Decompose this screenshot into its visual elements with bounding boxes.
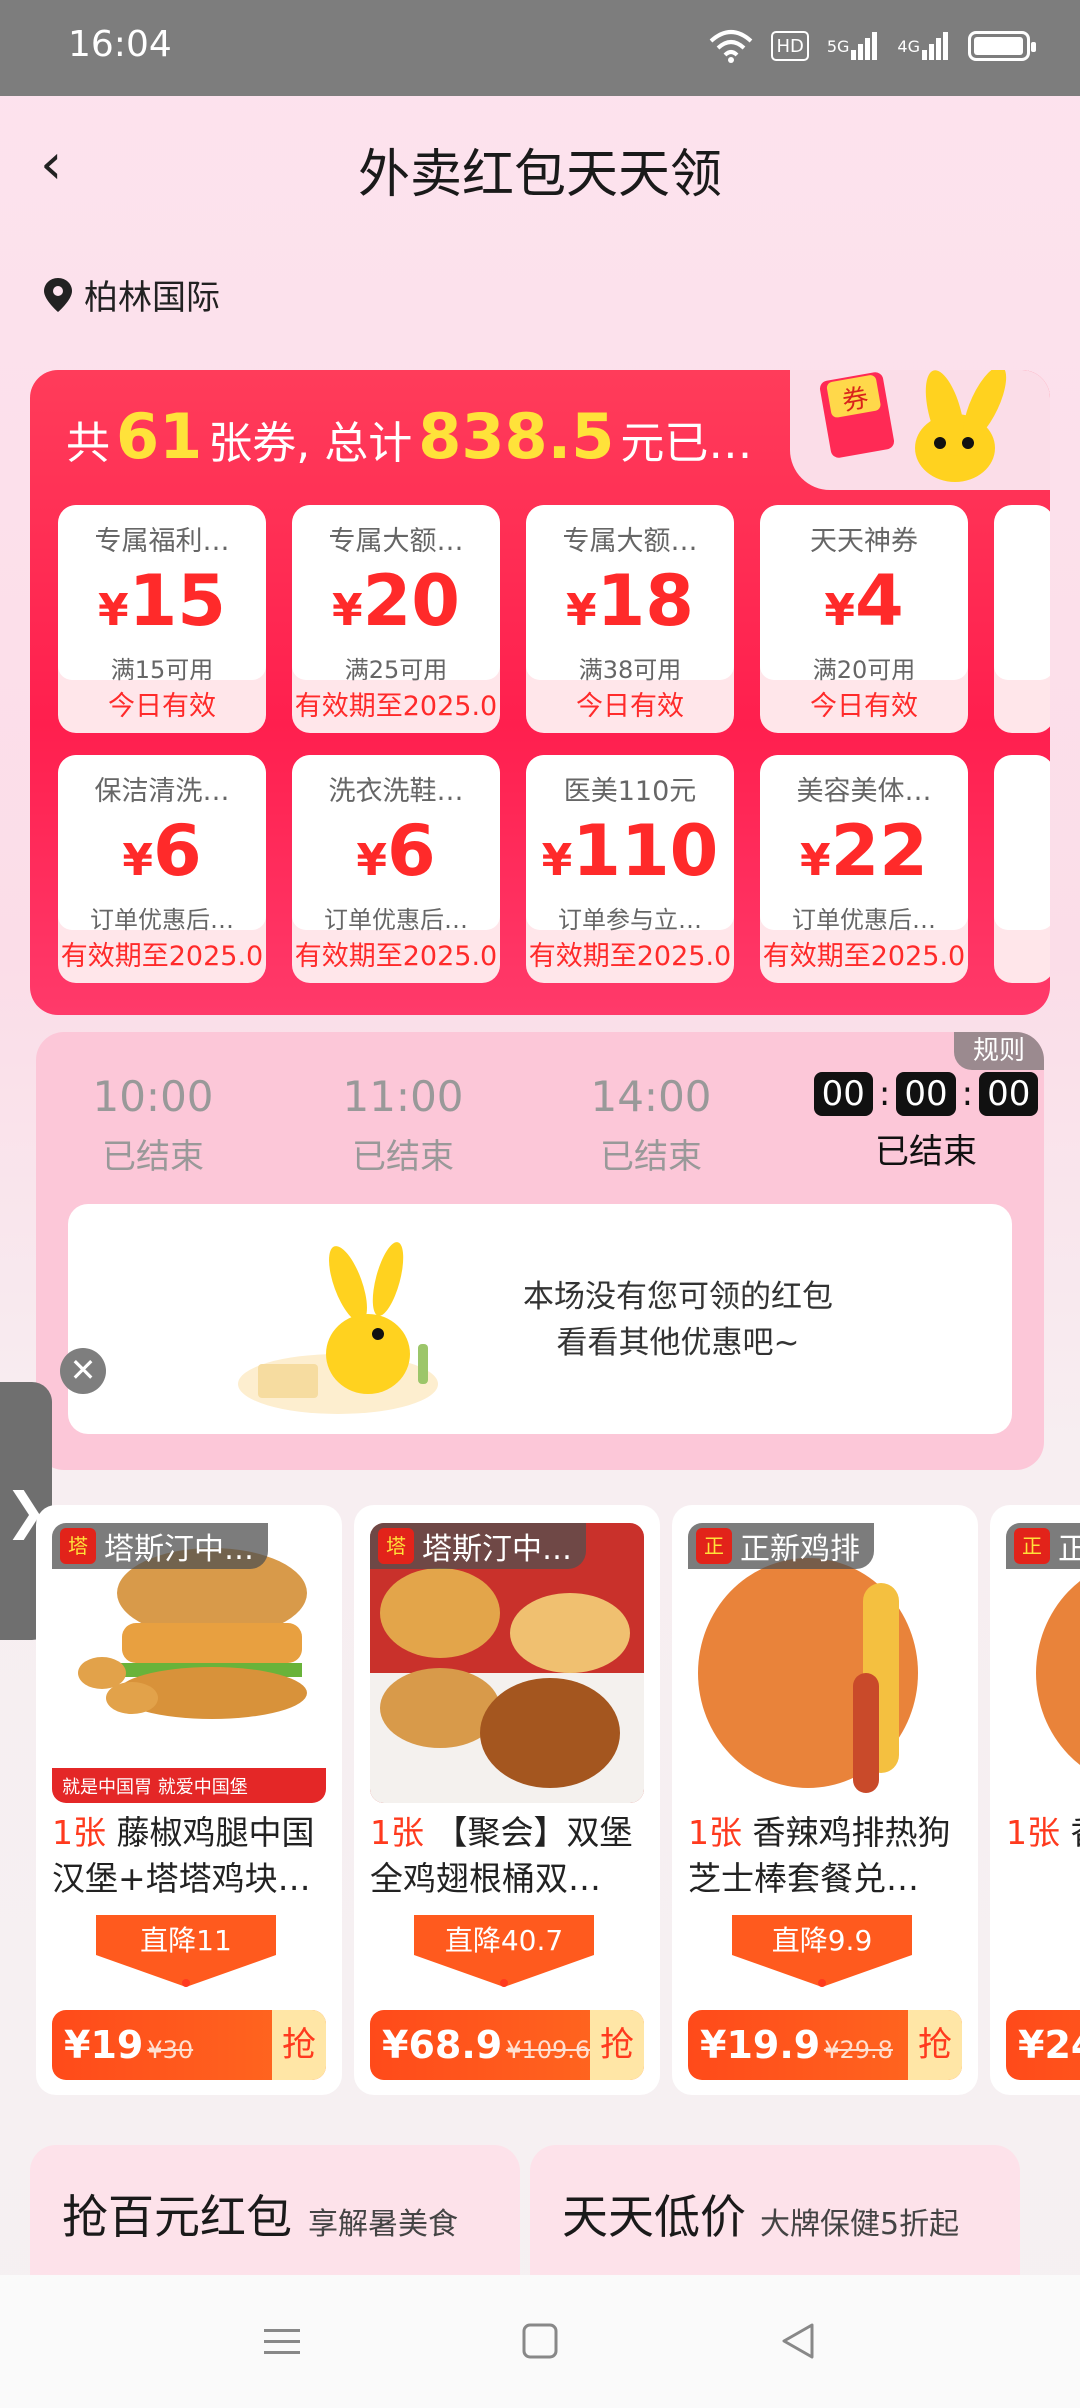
rules-button[interactable]: 规则 (954, 1032, 1044, 1070)
coupon-card-partial[interactable] (994, 505, 1050, 733)
wifi-icon (709, 26, 753, 66)
countdown-timer: 00: 00: 00 (806, 1072, 1046, 1116)
battery-icon (968, 31, 1036, 61)
shop-badge: 正正新鸡排 (688, 1523, 874, 1569)
coupon-card[interactable]: 天天神券 ¥4 满20可用 今日有效 (760, 505, 968, 733)
time-slot-current[interactable]: 00: 00: 00 已结束 (806, 1072, 1046, 1173)
coupon-card[interactable]: 保洁清洗… ¥6 订单优惠后… 有效期至2025.0 (58, 755, 266, 983)
status-time: 16:04 (68, 24, 172, 65)
coupon-count: 61 (116, 400, 203, 473)
signal-4g-icon: 4G (897, 26, 950, 66)
location-pin-icon (44, 277, 72, 312)
coupon-summary[interactable]: 共 61 张券, 总计 838.5 元已… (66, 400, 752, 473)
time-slot[interactable]: 14:00 已结束 (546, 1072, 756, 1178)
svg-text:就是中国胃 就爱中国堡: 就是中国胃 就爱中国堡 (62, 1777, 248, 1798)
system-nav-bar (0, 2275, 1080, 2408)
time-slot[interactable]: 11:00 已结束 (298, 1072, 508, 1178)
product-card[interactable]: 正正新鸡排 1张 香辣鸡排热狗芝士棒套餐兑… 直降9.9 ¥19.9 ¥29.8 … (672, 1505, 978, 2095)
empty-state: 本场没有您可领的红包 看看其他优惠吧~ (68, 1204, 1012, 1434)
hd-icon: HD (771, 31, 809, 61)
promo-subtitle: 大牌保健5折起 (760, 2207, 960, 2242)
coupon-badge: 券 (840, 383, 871, 417)
empty-message: 本场没有您可领的红包 看看其他优惠吧~ (523, 1279, 833, 1361)
signal-5g-icon: 5G (827, 26, 880, 66)
close-icon[interactable]: ✕ (60, 1348, 106, 1394)
shop-logo-icon: 正 (1014, 1528, 1050, 1564)
buy-button[interactable]: ¥19.9 ¥29.8 抢 (688, 2010, 962, 2080)
time-slots: 10:00 已结束 11:00 已结束 14:00 已结束 00: 00: 00 已结… (36, 1072, 1044, 1212)
coupon-row: 保洁清洗… ¥6 订单优惠后… 有效期至2025.0 洗衣洗鞋… ¥6 订单优惠后… 有… (58, 755, 1050, 983)
home-square-icon[interactable] (520, 2321, 560, 2361)
flash-session-panel: 规则 10:00 已结束 11:00 已结束 14:00 已结束 00: 00: 00… (36, 1032, 1044, 1470)
product-card[interactable]: 塔塔斯汀中… 1张 【聚会】双堡全鸡翅根桶双… 直降40.7 ¥68.9 ¥109… (354, 1505, 660, 2095)
coupon-card[interactable]: 专属大额… ¥18 满38可用 今日有效 (526, 505, 734, 733)
coupon-card-partial[interactable] (994, 755, 1050, 983)
time-slot[interactable]: 10:00 已结束 (48, 1072, 258, 1178)
price-drop-tag: 直降11 (96, 1915, 276, 1987)
back-triangle-icon[interactable] (778, 2321, 818, 2361)
promo-subtitle: 享解暑美食 (308, 2207, 458, 2242)
product-name: 1张 藤椒鸡腿中国汉堡+塔塔鸡块… (52, 1813, 315, 1898)
shop-badge: 正正 (1006, 1523, 1080, 1569)
empty-mascot-icon (238, 1242, 438, 1414)
buy-button[interactable]: ¥19 ¥30 抢 (52, 2010, 326, 2080)
coupon-card[interactable]: 专属大额… ¥20 满25可用 有效期至2025.0 (292, 505, 500, 733)
coupon-card[interactable]: 医美110元 ¥110 订单参与立… 有效期至2025.0 (526, 755, 734, 983)
status-bar: 16:04 HD 5G 4G (0, 0, 1080, 96)
buy-button[interactable]: ¥24 (1006, 2010, 1080, 2080)
menu-icon[interactable] (262, 2321, 302, 2361)
promo-card-low-price[interactable]: 天天低价 大牌保健5折起 (530, 2145, 1020, 2285)
shop-badge: 塔塔斯汀中… (52, 1523, 268, 1569)
buy-button[interactable]: ¥68.9 ¥109.6 抢 (370, 2010, 644, 2080)
page-title: 外卖红包天天领 (357, 145, 722, 205)
promo-title: 天天低价 (562, 2190, 746, 2244)
shop-logo-icon: 正 (696, 1528, 732, 1564)
coupon-total: 838.5 (418, 400, 615, 473)
coupon-row: 专属福利… ¥15 满15可用 今日有效 专属大额… ¥20 满25可用 有效期至202… (58, 505, 1050, 733)
status-icons: HD 5G 4G (709, 26, 1036, 66)
price-drop-tag: 直降9.9 (732, 1915, 912, 1987)
coupon-card[interactable]: 洗衣洗鞋… ¥6 订单优惠后… 有效期至2025.0 (292, 755, 500, 983)
coupon-panel: 共 61 张券, 总计 838.5 元已… 券 专属福利… ¥15 满15可用 今日… (30, 370, 1050, 1015)
promo-title: 抢百元红包 (62, 2190, 292, 2244)
coupon-card[interactable]: 专属福利… ¥15 满15可用 今日有效 (58, 505, 266, 733)
product-card[interactable]: 就是中国胃 就爱中国堡 塔塔斯汀中… 1张 藤椒鸡腿中国汉堡+塔塔鸡块… 直降1… (36, 1505, 342, 2095)
promo-card-red-packet[interactable]: 抢百元红包 享解暑美食 (30, 2145, 520, 2285)
product-name: 1张 【聚会】双堡全鸡翅根桶双… (370, 1813, 633, 1898)
coupon-card[interactable]: 美容美体… ¥22 订单优惠后… 有效期至2025.0 (760, 755, 968, 983)
shop-badge: 塔塔斯汀中… (370, 1523, 586, 1569)
location-selector[interactable]: 柏林国际 (44, 270, 220, 319)
product-carousel: 就是中国胃 就爱中国堡 塔塔斯汀中… 1张 藤椒鸡腿中国汉堡+塔塔鸡块… 直降1… (36, 1505, 1080, 2095)
mascot-icon: 券 (819, 370, 1007, 482)
product-card-partial[interactable]: 正正 1张 香芝士 ¥24 (990, 1505, 1080, 2095)
product-name: 1张 香芝士 (1006, 1813, 1080, 1852)
location-name: 柏林国际 (84, 278, 220, 318)
product-name: 1张 香辣鸡排热狗芝士棒套餐兑… (688, 1813, 951, 1898)
shop-logo-icon: 塔 (378, 1528, 414, 1564)
price-drop-tag: 直降40.7 (414, 1915, 594, 1987)
shop-logo-icon: 塔 (60, 1528, 96, 1564)
